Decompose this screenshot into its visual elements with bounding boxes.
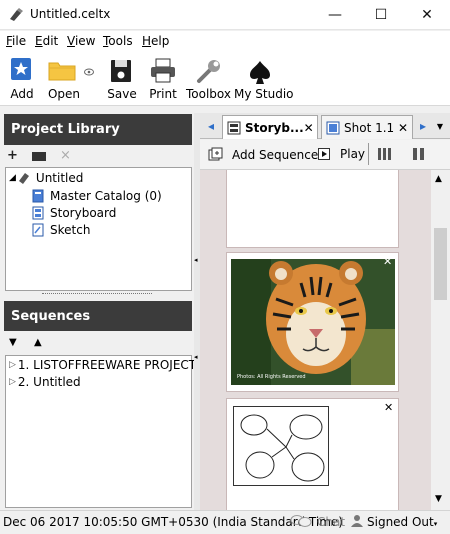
menu-bar: File Edit View Tools Help xyxy=(0,31,450,51)
floppy-disk-icon xyxy=(111,60,131,82)
storyboard-icon xyxy=(32,206,44,220)
sequence-item[interactable]: ▷ 2. Untitled xyxy=(9,375,81,389)
expand-arrow-icon: ▷ xyxy=(9,377,16,387)
collapse-arrow-icon[interactable]: ◂ xyxy=(194,353,198,361)
chat-bubble-icon[interactable] xyxy=(290,514,312,528)
scroll-up-arrow-icon[interactable]: ▲ xyxy=(435,174,442,184)
project-icon xyxy=(18,173,29,184)
add-sequence-icon xyxy=(208,147,223,161)
save-button[interactable]: Save xyxy=(104,55,140,105)
close-window-button[interactable]: ✕ xyxy=(404,0,450,30)
project-library-header: Project Library xyxy=(4,114,192,145)
delete-item-button[interactable]: × xyxy=(60,148,71,163)
tiger-photo: Photos: All Rights Reserved xyxy=(231,259,395,385)
storyboard-toolbar: Add Sequence Play xyxy=(200,140,450,170)
close-tab-icon[interactable]: ✕ xyxy=(398,121,408,135)
open-recent-eye-icon[interactable] xyxy=(84,65,94,76)
tree-item-master-catalog[interactable]: Master Catalog (0) xyxy=(32,189,162,203)
print-button[interactable]: Print xyxy=(146,55,180,105)
storyboard-tab-icon xyxy=(227,121,241,134)
project-library-tree: ◢ Untitled Master Catalog (0) Storyboard… xyxy=(5,167,192,291)
scroll-tabs-left-icon[interactable]: ◂ xyxy=(202,116,220,136)
storyboard-canvas: Photos: All Rights Reserved ✕ ✕ xyxy=(200,170,431,510)
menu-help[interactable]: Help xyxy=(142,34,169,48)
storyboard-frame-sketch[interactable]: ✕ xyxy=(226,398,399,510)
sketch-icon xyxy=(32,223,44,237)
scroll-down-arrow-icon[interactable]: ▼ xyxy=(435,494,442,504)
tree-item-sketch[interactable]: Sketch xyxy=(32,223,90,237)
my-studio-button[interactable]: My Studio xyxy=(234,55,294,105)
folder-icon[interactable] xyxy=(32,152,46,161)
remove-frame-icon[interactable]: ✕ xyxy=(383,255,392,268)
document-tab-strip: ◂ Storyb... ✕ Shot 1.1 ✕ ▸ ▼ xyxy=(200,113,450,139)
move-up-arrow-icon[interactable]: ▲ xyxy=(34,337,42,348)
add-star-icon xyxy=(11,58,31,80)
close-tab-icon[interactable]: ✕ xyxy=(304,121,314,135)
collapse-arrow-icon[interactable]: ◂ xyxy=(194,256,198,264)
storyboard-frame-tiger[interactable]: Photos: All Rights Reserved ✕ xyxy=(226,252,399,392)
expand-arrow-icon: ◢ xyxy=(9,173,16,183)
user-icon xyxy=(350,514,364,528)
folder-icon xyxy=(48,62,76,81)
main-toolbar: Add Open Save Print Toolbox My Studio xyxy=(0,51,450,106)
tree-item-storyboard[interactable]: Storyboard xyxy=(32,206,116,220)
tab-storyboard[interactable]: Storyb... ✕ xyxy=(222,115,318,139)
printer-icon xyxy=(151,58,175,83)
studio-spade-icon xyxy=(250,61,270,84)
title-bar: Untitled.celtx — ☐ ✕ xyxy=(0,0,450,30)
play-button[interactable]: Play xyxy=(318,147,365,161)
sequences-tools: ▼ ▲ xyxy=(4,333,192,355)
play-icon xyxy=(318,148,330,160)
status-bar: Dec 06 2017 10:05:50 GMT+0530 (India Sta… xyxy=(0,510,450,534)
celtx-app-icon xyxy=(8,7,24,23)
menu-file[interactable]: File xyxy=(6,34,26,48)
sketch-drawing xyxy=(233,406,329,486)
shot-tab-icon xyxy=(326,121,340,134)
sequences-header: Sequences xyxy=(4,301,192,331)
signed-out-menu[interactable]: Signed Out▾ xyxy=(367,515,437,529)
move-down-arrow-icon[interactable]: ▼ xyxy=(9,337,17,348)
open-button[interactable]: Open xyxy=(44,55,84,105)
maximize-button[interactable]: ☐ xyxy=(358,0,404,30)
tab-shot[interactable]: Shot 1.1 ✕ xyxy=(321,115,413,139)
two-column-view-icon[interactable] xyxy=(413,148,425,160)
three-column-view-icon[interactable] xyxy=(378,148,392,160)
menu-tools[interactable]: Tools xyxy=(103,34,133,48)
library-tools: + × xyxy=(4,147,192,167)
tree-root-untitled[interactable]: ◢ Untitled xyxy=(9,171,83,185)
window-title: Untitled.celtx xyxy=(30,7,111,21)
catalog-icon xyxy=(32,189,44,203)
add-sequence-button[interactable]: Add Sequence xyxy=(208,147,318,163)
add-item-button[interactable]: + xyxy=(7,148,18,163)
dropdown-arrow-icon: ▾ xyxy=(433,520,438,528)
wrench-icon xyxy=(197,60,220,83)
sequences-list: ▷ 1. LISTOFFREEWARE PROJECT ▷ 2. Untitle… xyxy=(5,355,196,508)
minimize-button[interactable]: — xyxy=(312,0,358,30)
panel-splitter[interactable] xyxy=(42,293,152,296)
scroll-tabs-right-icon[interactable]: ▸ xyxy=(416,116,430,136)
add-button[interactable]: Add xyxy=(6,55,38,105)
photo-caption: Photos: All Rights Reserved xyxy=(237,374,306,380)
storyboard-frame-empty[interactable] xyxy=(226,170,399,248)
sequence-item[interactable]: ▷ 1. LISTOFFREEWARE PROJECT xyxy=(9,358,196,372)
remove-frame-icon[interactable]: ✕ xyxy=(384,401,393,414)
storyboard-scrollbar[interactable]: ▲ ▼ xyxy=(431,170,450,510)
tab-list-dropdown-icon[interactable]: ▼ xyxy=(433,116,447,136)
menu-edit[interactable]: Edit xyxy=(35,34,58,48)
chat-status[interactable]: Chat xyxy=(317,515,345,529)
menu-view[interactable]: View xyxy=(67,34,95,48)
toolbar-separator xyxy=(368,143,369,165)
toolbox-button[interactable]: Toolbox xyxy=(186,55,231,105)
scrollbar-thumb[interactable] xyxy=(434,228,447,300)
expand-arrow-icon: ▷ xyxy=(9,360,16,370)
